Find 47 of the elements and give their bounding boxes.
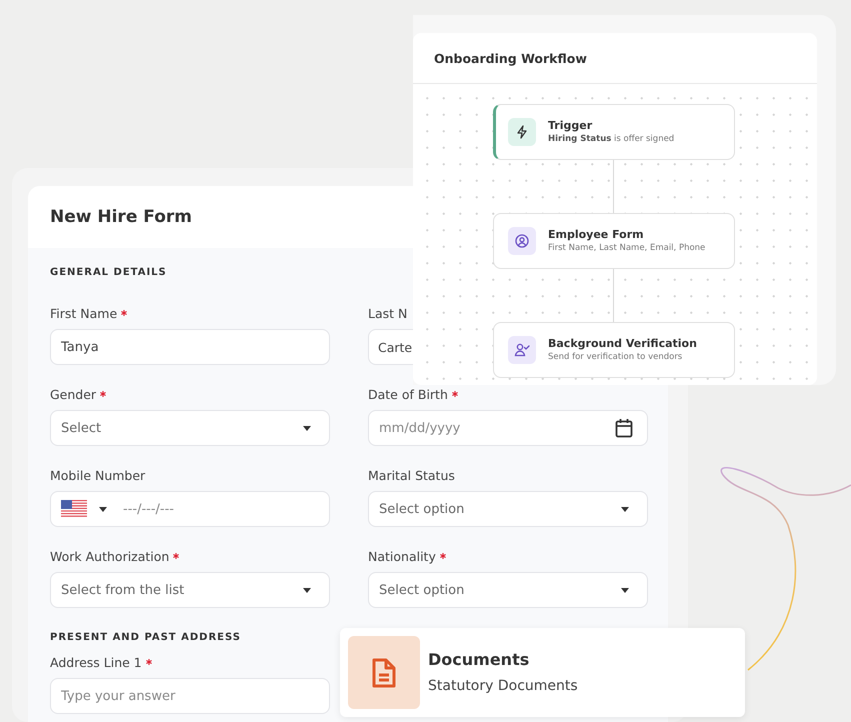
select-field[interactable]: Select option <box>368 491 648 527</box>
caret-icon <box>621 588 629 592</box>
field-label: Last N <box>368 306 408 322</box>
select-field[interactable]: Select from the list <box>50 572 330 608</box>
node-detail: Hiring Status is offer signed <box>548 133 674 146</box>
workflow-node[interactable]: Employee Form First Name, Last Name, Email, Phone <box>493 213 735 269</box>
field-label: Work Authorization <box>50 549 330 565</box>
node-detail: First Name, Last Name, Email, Phone <box>548 242 706 255</box>
text-field[interactable]: Carte <box>368 329 413 365</box>
date-input[interactable]: mm/dd/yyyy <box>379 420 605 436</box>
caret-icon[interactable] <box>99 506 107 512</box>
section-heading: PRESENT AND PAST ADDRESS <box>50 631 242 645</box>
field-label: Mobile Number <box>50 468 146 484</box>
form-title: New Hire Form <box>50 207 192 227</box>
caret-icon <box>303 588 311 592</box>
select-field[interactable]: Select option <box>368 572 648 608</box>
phone-field[interactable]: ---/---/--- <box>50 491 330 527</box>
node-title: Employee Form <box>548 227 645 242</box>
workflow-title: Onboarding Workflow <box>434 50 587 66</box>
document-icon <box>371 656 397 688</box>
phone-input[interactable]: ---/---/--- <box>123 502 319 516</box>
field-label: Gender <box>50 387 330 403</box>
field-label: Marital Status <box>368 468 456 484</box>
documents-card[interactable]: Documents Statutory Documents <box>340 628 745 717</box>
section-heading: GENERAL DETAILS <box>50 266 168 280</box>
caret-icon <box>303 426 311 430</box>
documents-title: Documents <box>428 648 530 670</box>
field-label: First Name <box>50 306 330 322</box>
user-circle-icon <box>515 234 529 248</box>
field-label: Nationality <box>368 549 648 565</box>
select-field[interactable]: Select <box>50 410 330 446</box>
caret-icon <box>621 506 629 512</box>
text-field[interactable]: Tanya <box>50 329 330 365</box>
field-label: Date of Birth <box>368 387 648 403</box>
workflow-node[interactable]: Background Verification Send for verification to vendors <box>493 322 735 378</box>
date-field[interactable]: mm/dd/yyyy <box>368 410 648 446</box>
node-title: Background Verification <box>548 336 697 351</box>
calendar-icon[interactable] <box>615 418 633 438</box>
user-check-icon <box>514 343 530 357</box>
lightning-icon <box>516 125 528 139</box>
node-title: Trigger <box>548 118 594 133</box>
node-detail: Send for verification to vendors <box>548 351 684 364</box>
field-label: Address Line 1 <box>50 655 330 671</box>
flag-icon[interactable] <box>61 500 87 518</box>
text-field[interactable]: Type your answer <box>50 678 330 714</box>
documents-subtitle: Statutory Documents <box>428 676 578 696</box>
workflow-node[interactable]: Trigger Hiring Status is offer signed <box>493 104 735 160</box>
